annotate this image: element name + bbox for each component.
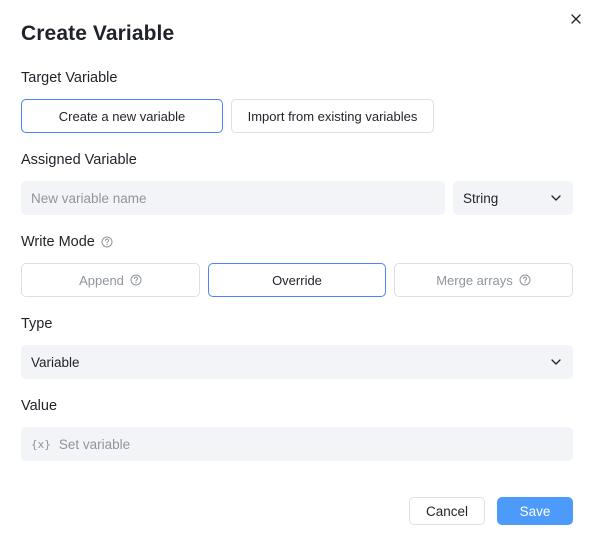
- save-button-label: Save: [519, 503, 551, 519]
- merge-arrays-label: Merge arrays: [436, 272, 513, 288]
- write-mode-append-button[interactable]: Append: [21, 263, 200, 297]
- write-mode-label: Write Mode: [21, 234, 113, 250]
- help-icon: [130, 274, 142, 286]
- append-label: Append: [79, 272, 124, 288]
- target-variable-label: Target Variable: [21, 70, 118, 86]
- write-mode-override-button[interactable]: Override: [208, 263, 386, 297]
- save-button[interactable]: Save: [497, 497, 573, 525]
- type-select[interactable]: Variable: [21, 345, 573, 379]
- create-new-variable-label: Create a new variable: [58, 108, 186, 124]
- variable-type-value: String: [463, 190, 499, 206]
- import-existing-variables-button[interactable]: Import from existing variables: [231, 99, 434, 133]
- chevron-down-icon: [551, 195, 561, 201]
- create-variable-dialog: Create Variable Target Variable Create a…: [0, 0, 595, 548]
- write-mode-merge-arrays-button[interactable]: Merge arrays: [394, 263, 573, 297]
- help-icon[interactable]: [101, 236, 113, 248]
- dialog-title: Create Variable: [21, 22, 175, 45]
- type-label: Type: [21, 316, 53, 332]
- type-select-value: Variable: [31, 354, 80, 370]
- variable-type-select[interactable]: String: [453, 181, 573, 215]
- override-label: Override: [272, 272, 322, 288]
- value-placeholder: Set variable: [58, 436, 131, 452]
- variable-name-placeholder: New variable name: [31, 190, 147, 206]
- cancel-button[interactable]: Cancel: [409, 497, 485, 525]
- variable-icon: {x}: [31, 437, 51, 451]
- create-new-variable-button[interactable]: Create a new variable: [21, 99, 223, 133]
- value-input[interactable]: {x} Set variable: [21, 427, 573, 461]
- close-icon: [571, 14, 581, 24]
- write-mode-label-text: Write Mode: [21, 234, 95, 250]
- cancel-button-label: Cancel: [425, 503, 469, 519]
- variable-name-input[interactable]: New variable name: [21, 181, 445, 215]
- help-icon: [519, 274, 531, 286]
- assigned-variable-label: Assigned Variable: [21, 152, 137, 168]
- value-label: Value: [21, 398, 58, 414]
- import-existing-variables-label: Import from existing variables: [247, 108, 418, 124]
- close-button[interactable]: [567, 10, 585, 28]
- chevron-down-icon: [551, 359, 561, 365]
